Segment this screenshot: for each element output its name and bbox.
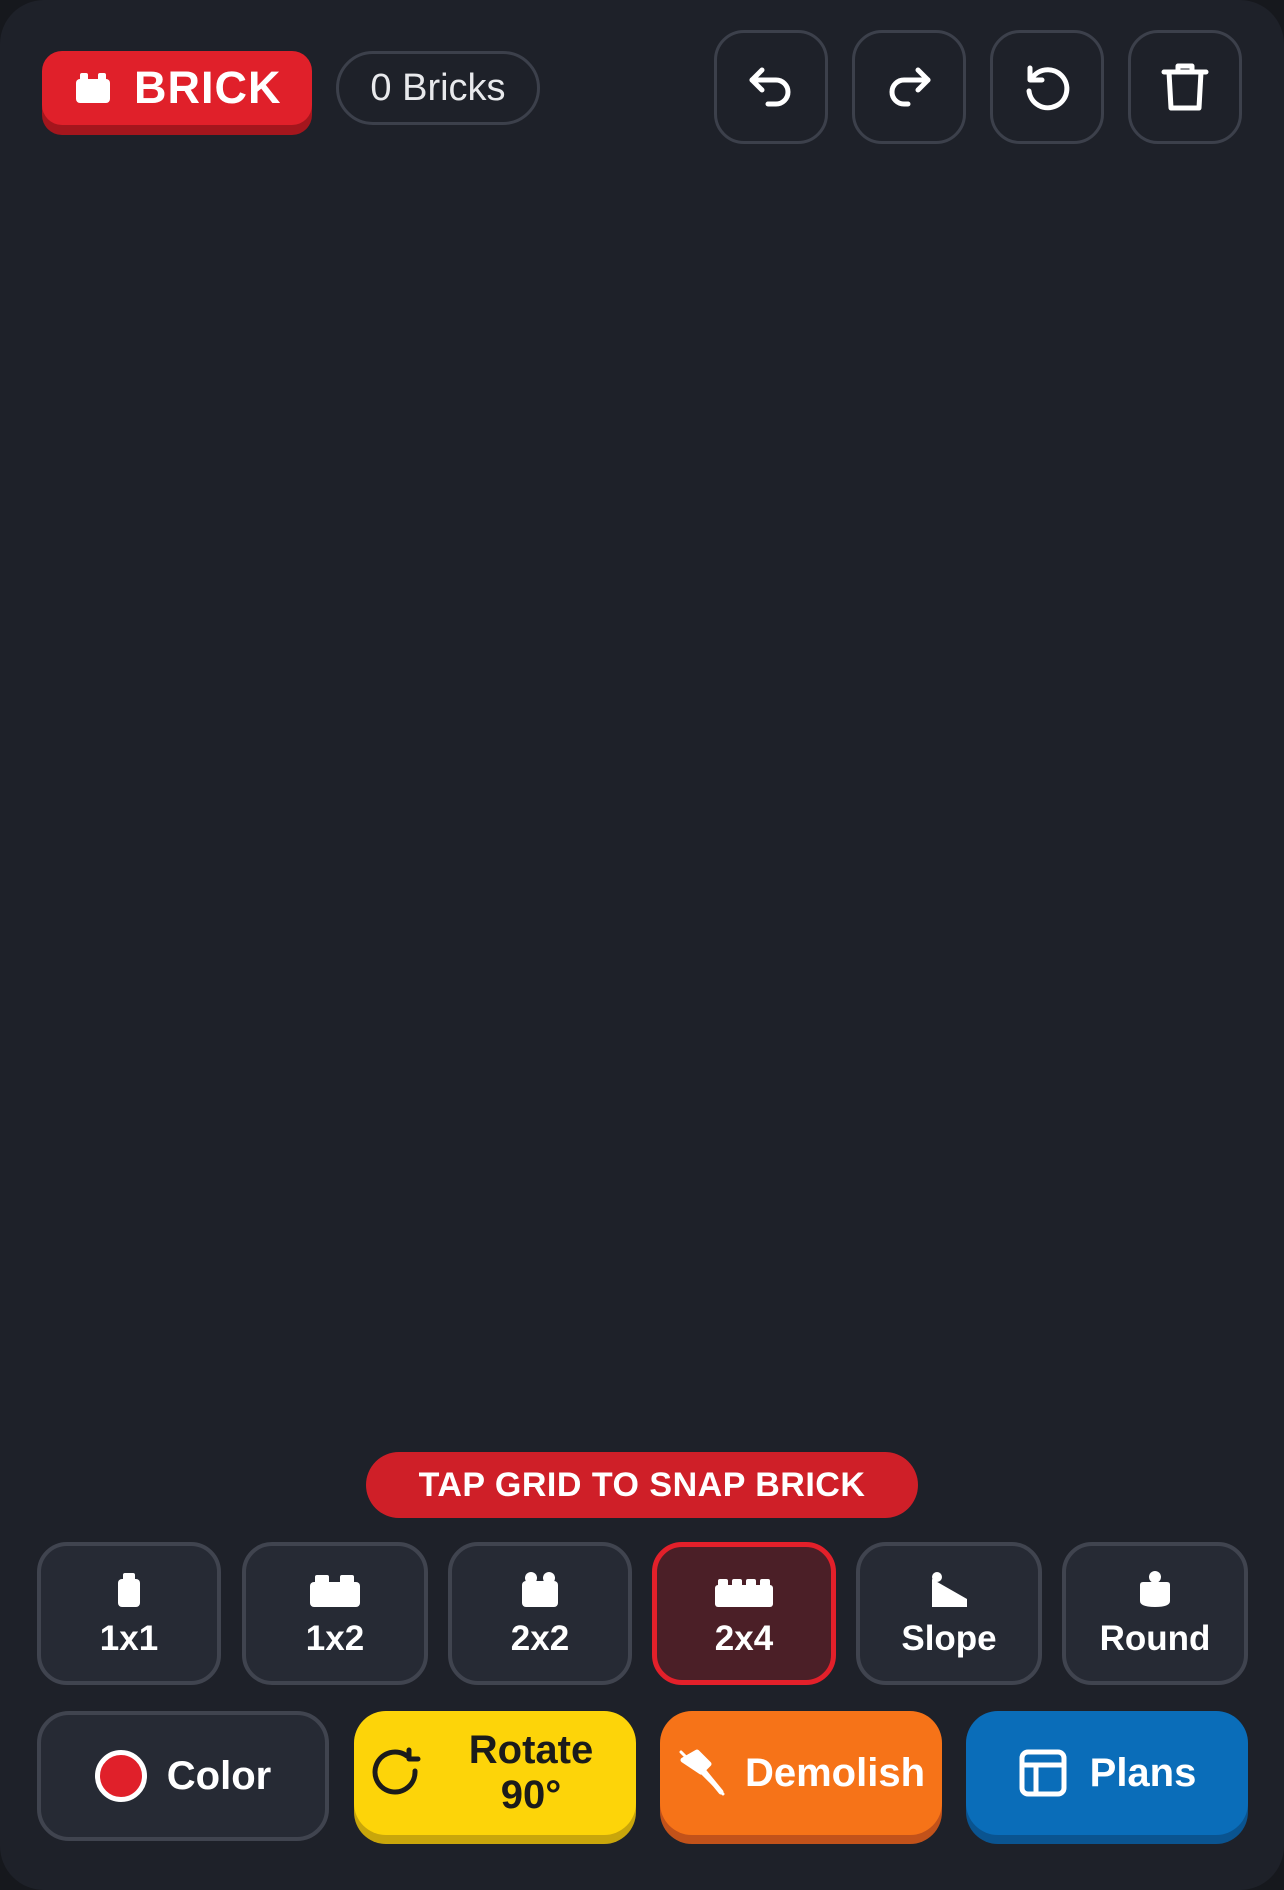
demolish-button[interactable]: Demolish [660,1711,942,1835]
color-label: Color [166,1753,272,1798]
hint-banner: TAP GRID TO SNAP BRICK [366,1452,918,1518]
brick-slope-button[interactable]: Slope [856,1542,1042,1685]
hammer-icon [679,1749,725,1796]
brick-builder-app: BRICK 0 Bricks TAP GRID TO SNAP BRICK 1x… [0,0,1284,1890]
brick-label: 1x2 [305,1618,365,1658]
trash-button[interactable] [1128,30,1242,144]
reset-icon [1026,65,1070,111]
brick-label: 1x1 [99,1618,159,1658]
build-grid-canvas[interactable] [0,160,1284,1440]
color-button[interactable]: Color [37,1711,329,1841]
brick-1x1-icon [118,1572,140,1607]
redo-button[interactable] [852,30,966,144]
app-title: BRICK [134,62,282,113]
rotate-angle: 90° [500,1773,562,1817]
trash-icon [1161,63,1209,111]
brick-2x4-button[interactable]: 2x4 [652,1542,836,1685]
brick-2x2-button[interactable]: 2x2 [448,1542,632,1685]
brick-1x2-icon [310,1574,360,1607]
brick-label: 2x4 [714,1618,774,1658]
redo-icon [889,67,931,107]
brick-icon [76,73,110,103]
brick-2x2-icon [522,1571,558,1607]
app-logo: BRICK [42,51,312,125]
current-color-swatch [94,1750,147,1802]
rotate-icon [372,1747,421,1795]
brick-count-badge: 0 Bricks [336,51,540,125]
plans-button[interactable]: Plans [966,1711,1248,1835]
brick-label: Slope [901,1618,997,1658]
brick-1x2-button[interactable]: 1x2 [242,1542,428,1685]
reset-button[interactable] [990,30,1104,144]
brick-1x1-button[interactable]: 1x1 [37,1542,221,1685]
demolish-label: Demolish [744,1750,926,1795]
layout-icon [1019,1749,1067,1797]
brick-slope-icon [932,1571,967,1607]
rotate-button[interactable]: Rotate 90° [354,1711,636,1835]
brick-round-button[interactable]: Round [1062,1542,1248,1685]
brick-round-icon [1140,1570,1170,1607]
rotate-label: Rotate [468,1728,594,1772]
undo-icon [749,67,791,107]
plans-label: Plans [1089,1750,1197,1795]
brick-label: 2x2 [510,1618,570,1658]
undo-button[interactable] [714,30,828,144]
brick-2x4-icon [715,1578,773,1607]
brick-label: Round [1099,1618,1211,1658]
